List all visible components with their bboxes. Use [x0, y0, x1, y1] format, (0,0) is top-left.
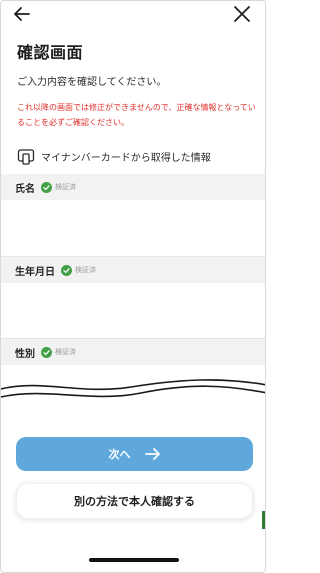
card-reader-icon — [17, 149, 35, 165]
close-button[interactable] — [231, 3, 253, 25]
alternate-verification-button[interactable]: 別の方法で本人確認する — [16, 483, 253, 519]
verified-badge: 検証済 — [55, 183, 76, 191]
warning-text: これ以降の画面では修正ができませんので、正確な情報となっていることを必ずご確認く… — [17, 103, 256, 127]
field-header-name: 氏名 検証済 — [1, 174, 265, 200]
field-label: 性別 — [15, 348, 35, 360]
page-title: 確認画面 — [17, 43, 84, 62]
page-subtitle: ご入力内容を確認してください。 — [17, 77, 167, 88]
edge-marker — [262, 511, 265, 529]
field-header-gender: 性別 検証済 — [1, 339, 265, 365]
verified-badge: 検証済 — [55, 348, 76, 356]
back-button[interactable] — [11, 3, 33, 25]
field-label: 氏名 — [15, 183, 35, 195]
alternate-verification-label: 別の方法で本人確認する — [74, 495, 195, 508]
next-button-label: 次へ — [108, 448, 131, 461]
torn-edge-divider — [1, 379, 265, 398]
verified-check-icon — [41, 346, 52, 358]
data-source-label: マイナンバーカードから取得した情報 — [41, 152, 211, 164]
field-label: 生年月日 — [15, 266, 55, 278]
arrow-left-icon — [14, 7, 30, 21]
home-indicator — [89, 558, 179, 562]
arrow-right-icon — [144, 448, 160, 460]
top-bar — [1, 1, 265, 29]
confirmation-screen: 確認画面 ご入力内容を確認してください。 これ以降の画面では修正ができませんので… — [0, 0, 266, 573]
field-header-birthdate: 生年月日 検証済 — [1, 257, 265, 283]
next-button[interactable]: 次へ — [16, 437, 253, 471]
verified-badge: 検証済 — [75, 266, 96, 274]
verified-check-icon — [41, 181, 52, 193]
close-icon — [234, 6, 250, 22]
verified-check-icon — [61, 264, 72, 276]
data-source-row: マイナンバーカードから取得した情報 — [17, 147, 211, 165]
